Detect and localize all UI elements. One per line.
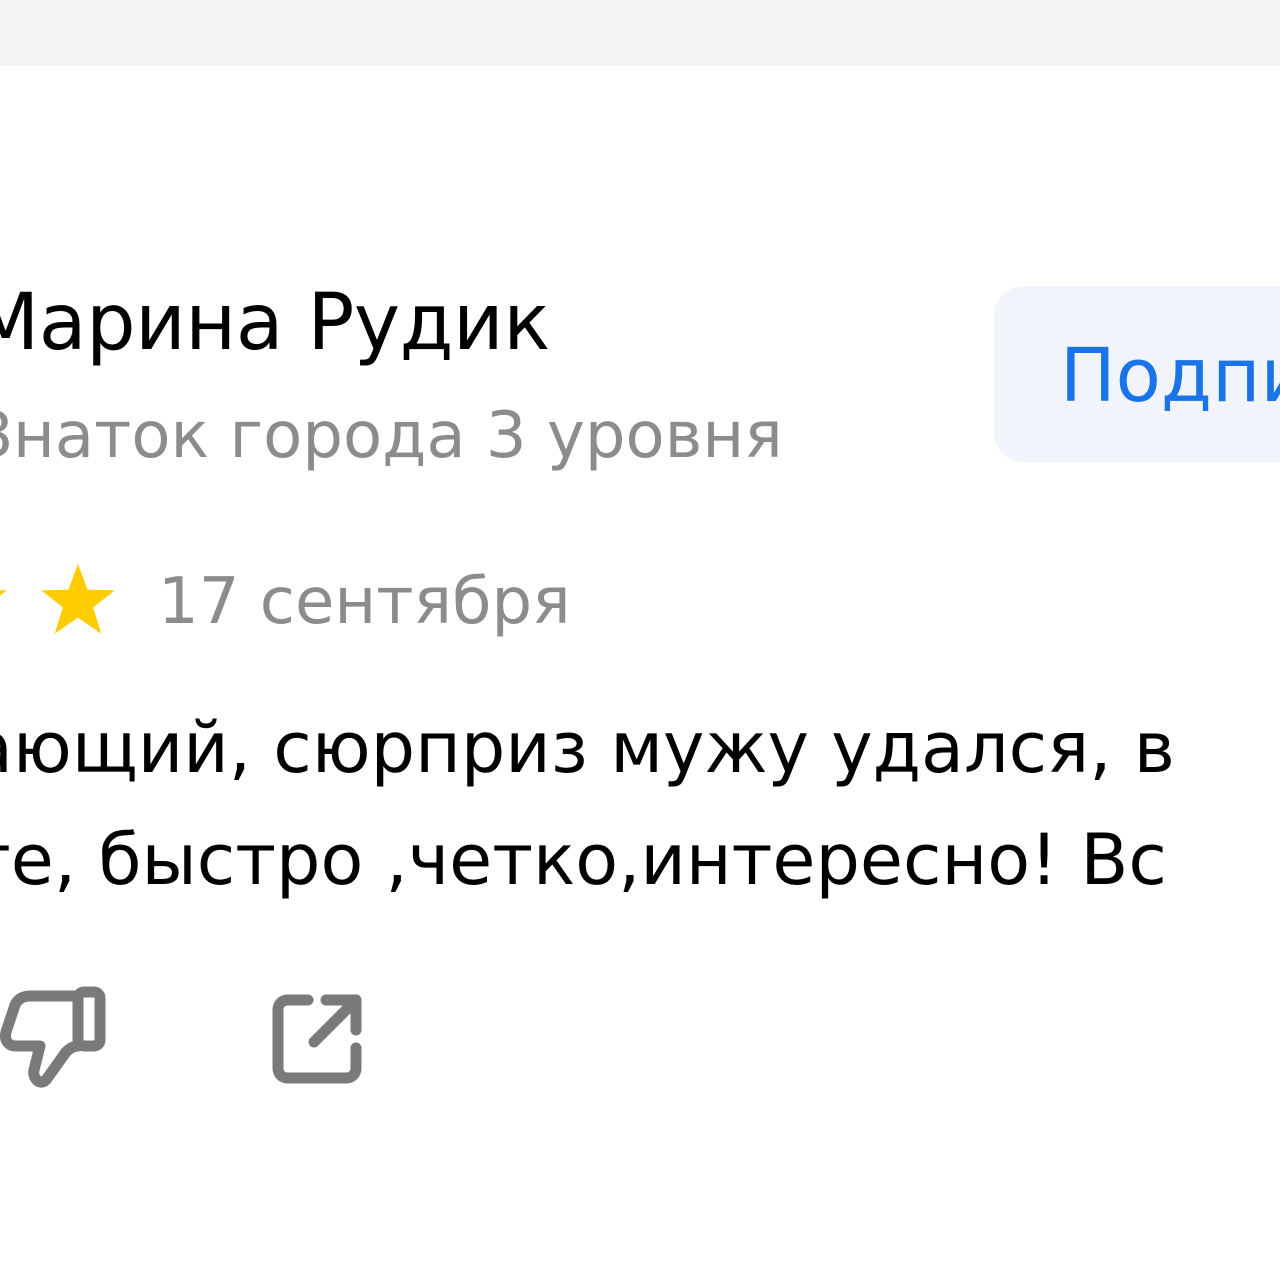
review-text-line: те, быстро ,четко,интересно! Вс — [0, 819, 1167, 901]
thumbs-down-icon — [0, 986, 106, 1088]
star-icon — [41, 564, 115, 634]
search-bar[interactable] — [0, 0, 1280, 66]
star-icon — [0, 590, 7, 596]
subscribe-button[interactable]: Подпи — [994, 286, 1280, 462]
dislike-button[interactable] — [0, 984, 110, 1094]
share-button[interactable] — [268, 988, 368, 1088]
share-external-icon — [272, 994, 362, 1084]
author-level: Знаток города 3 уровня — [0, 399, 783, 473]
author-name[interactable]: Марина Рудик — [0, 278, 550, 368]
review-card: Марина Рудик Знаток города 3 уровня Подп… — [0, 0, 1280, 1280]
review-text-line: ающий, сюрприз мужу удался, в — [0, 707, 1176, 789]
review-date: 17 сентября — [158, 565, 571, 639]
subscribe-label: Подпи — [1060, 333, 1280, 419]
